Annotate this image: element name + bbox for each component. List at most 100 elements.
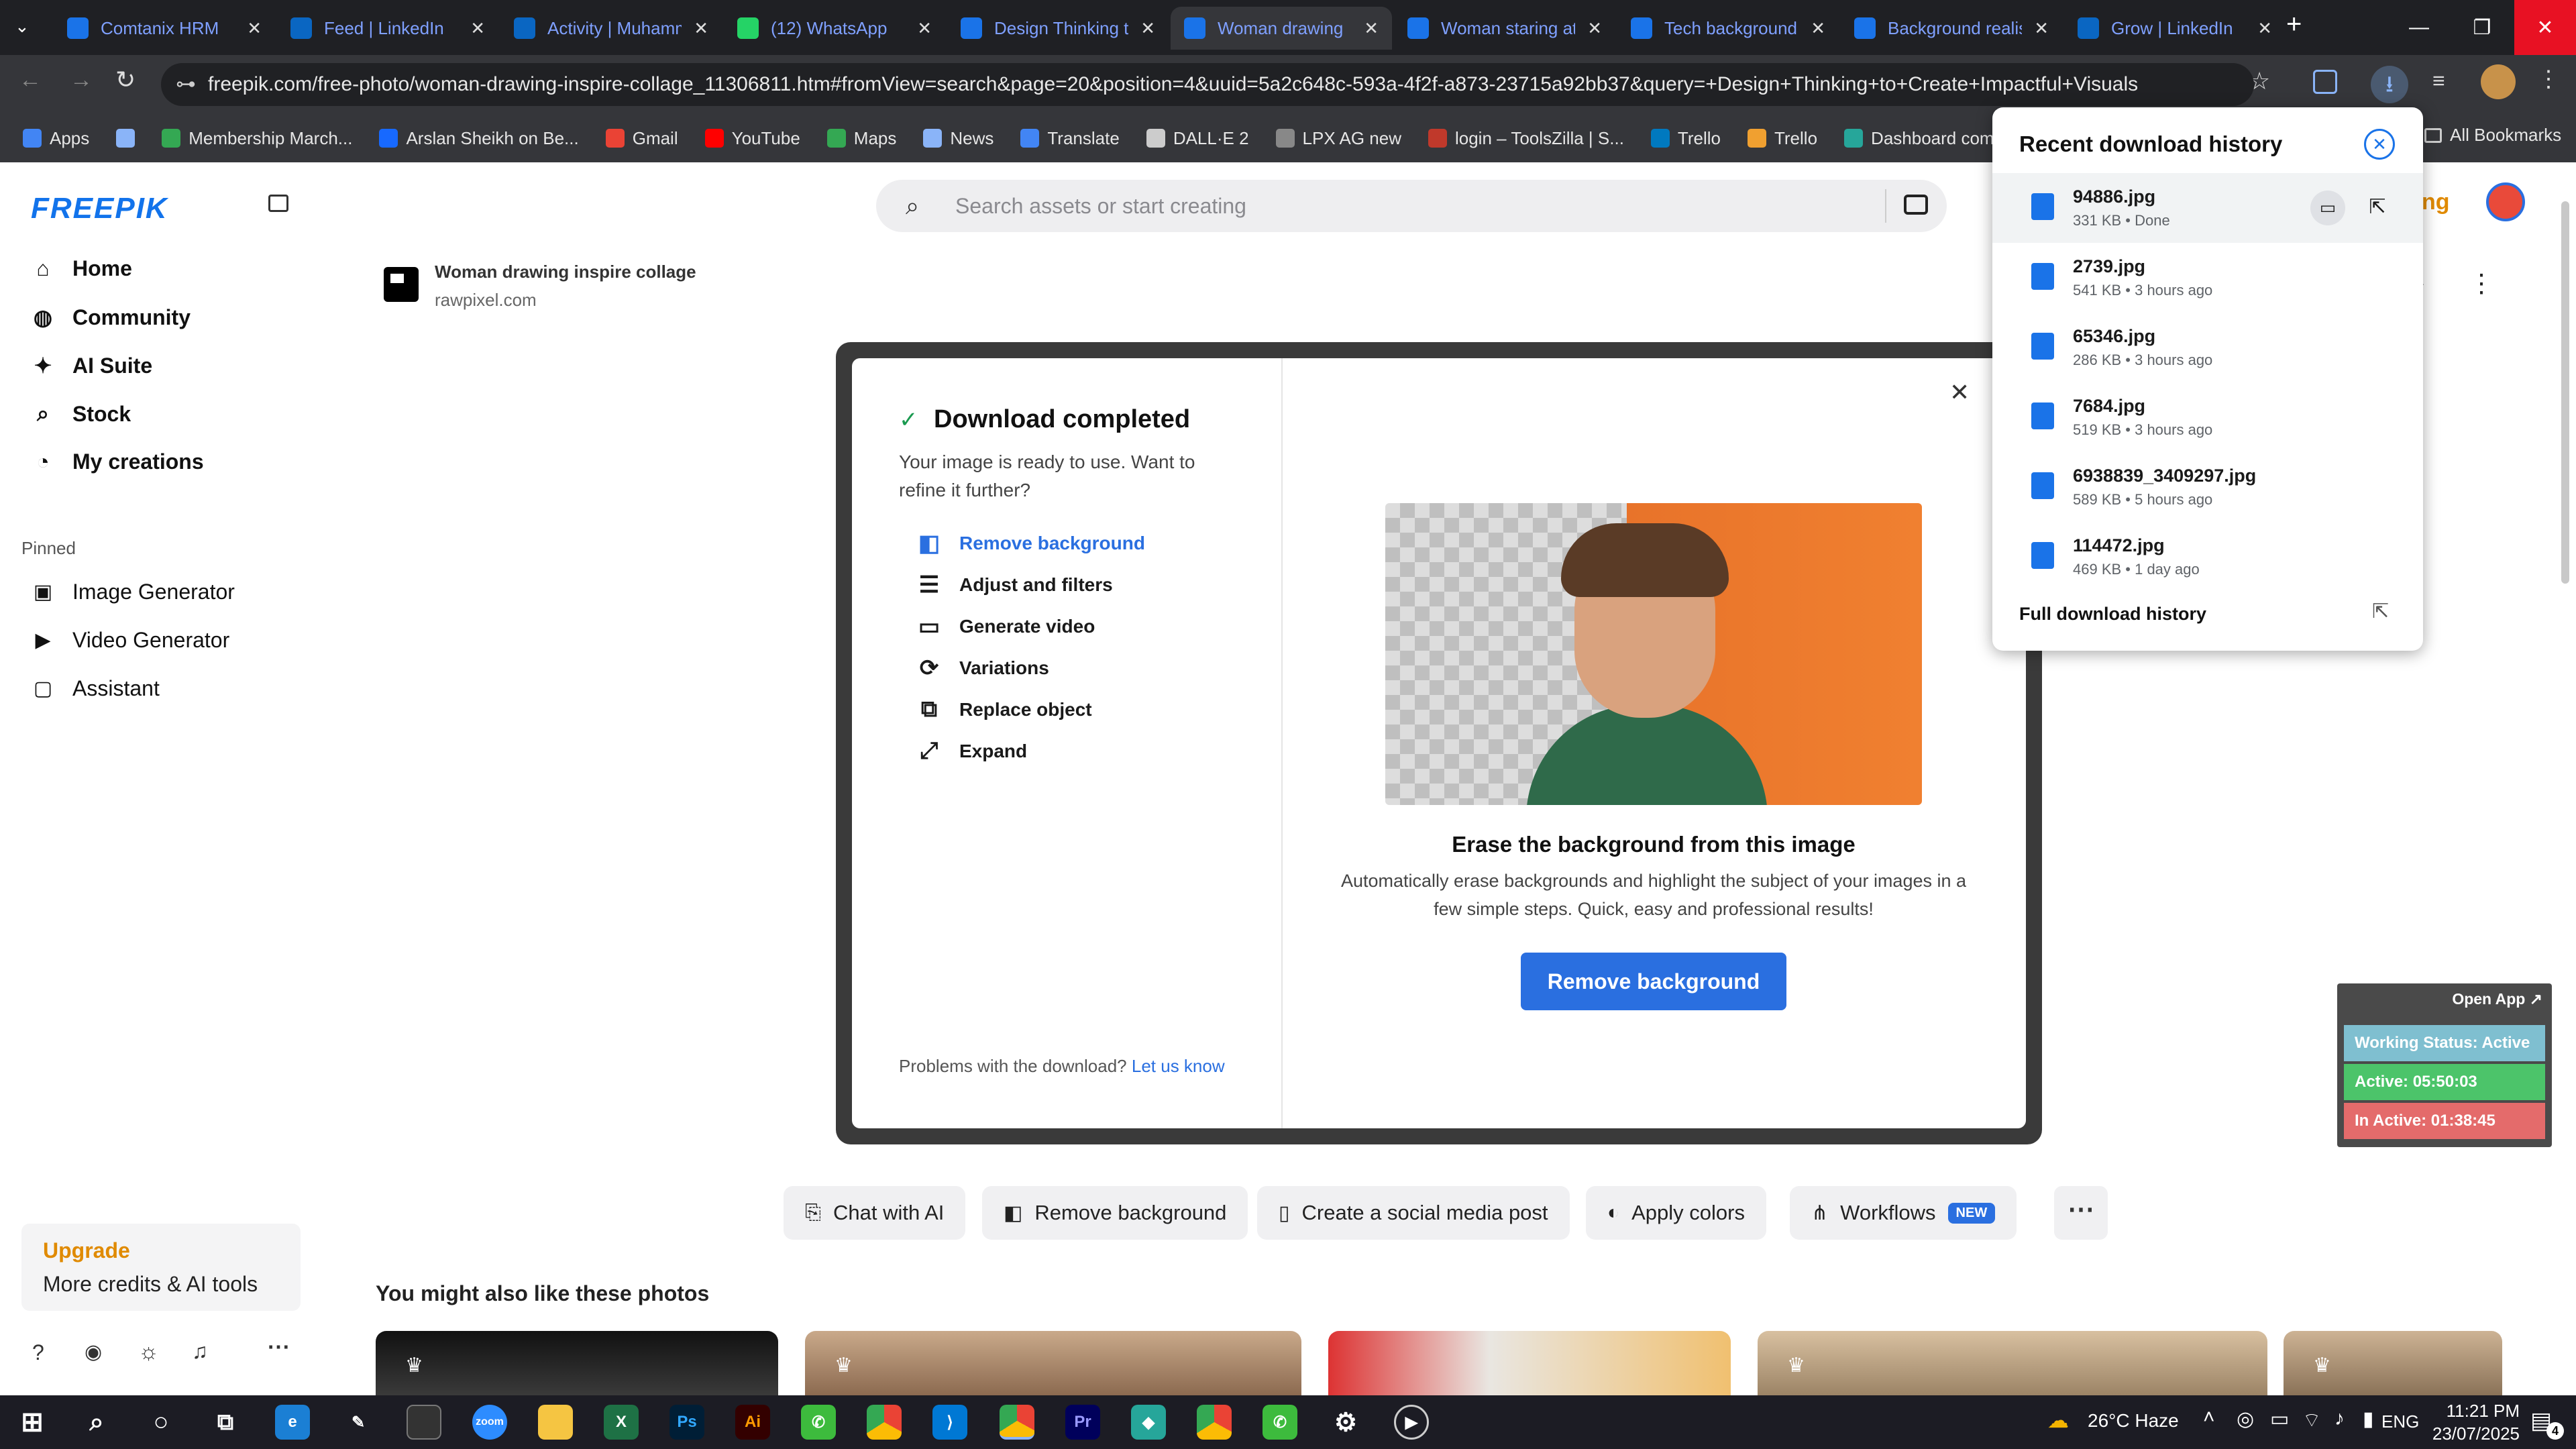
action-workflows[interactable]: ⋔ Workflows NEW <box>1790 1186 2017 1240</box>
media-icon[interactable]: ≡ <box>2432 68 2445 93</box>
zoom-icon[interactable]: zoom <box>472 1405 507 1440</box>
forward-icon[interactable]: → <box>70 67 93 93</box>
bookmark-item[interactable]: YouTube <box>704 128 800 149</box>
bookmark-item[interactable]: Membership March... <box>162 128 352 149</box>
sidebar-item-my-creations[interactable]: ◔ My creations <box>32 449 203 474</box>
close-window-button[interactable]: ✕ <box>2514 0 2576 55</box>
chrome-active-icon[interactable] <box>1000 1405 1034 1440</box>
open-external-icon[interactable]: ⇱ <box>2372 600 2389 623</box>
full-download-history-link[interactable]: Full download history <box>2019 604 2206 625</box>
action-remove-background[interactable]: ◧ Remove background <box>982 1186 1248 1240</box>
sidebar-item-stock[interactable]: ⌕ Stock <box>32 401 131 427</box>
bell-icon[interactable]: ♫ <box>192 1339 208 1364</box>
bookmark-item[interactable]: login – ToolsZilla | S... <box>1428 128 1624 149</box>
bookmark-item[interactable]: Apps <box>23 128 89 149</box>
edge-icon[interactable]: e <box>275 1405 310 1440</box>
photo-thumb[interactable] <box>1328 1331 1731 1395</box>
photo-thumb[interactable]: ♛ <box>805 1331 1301 1395</box>
search-input[interactable]: ⌕ Search assets or start creating <box>876 180 1947 232</box>
close-tab-icon[interactable]: ✕ <box>470 18 485 39</box>
chrome-icon[interactable] <box>867 1405 902 1440</box>
close-panel-icon[interactable]: ✕ <box>2364 129 2395 160</box>
more-icon[interactable]: ⋯ <box>267 1334 290 1360</box>
weather-text[interactable]: 26°C Haze <box>2088 1410 2179 1432</box>
restore-button[interactable]: ❐ <box>2451 0 2513 55</box>
author-avatar[interactable] <box>384 267 419 302</box>
close-tab-icon[interactable]: ✕ <box>247 18 262 39</box>
close-tab-icon[interactable]: ✕ <box>2257 18 2272 39</box>
close-tab-icon[interactable]: ✕ <box>1811 18 1825 39</box>
photo-thumb[interactable]: ♛ <box>1758 1331 2267 1395</box>
app-icon[interactable]: ◆ <box>1131 1405 1166 1440</box>
more-options-icon[interactable]: ⋮ <box>2469 268 2494 299</box>
chrome-profile-icon[interactable] <box>1197 1405 1232 1440</box>
action-apply-colors[interactable]: ◐ Apply colors <box>1586 1186 1766 1240</box>
bookmark-item[interactable]: Trello <box>1650 128 1721 149</box>
download-item[interactable]: 6938839_3409297.jpg 589 KB • 5 hours ago <box>1992 452 2423 522</box>
media-player-icon[interactable]: ▶ <box>1394 1405 1429 1440</box>
extensions-icon[interactable] <box>2313 70 2337 94</box>
upgrade-card[interactable]: Upgrade More credits & AI tools <box>21 1224 301 1311</box>
start-icon[interactable]: ⊞ <box>15 1405 50 1440</box>
close-tab-icon[interactable]: ✕ <box>917 18 932 39</box>
theme-icon[interactable]: ☼ <box>138 1339 159 1365</box>
camera-search-icon[interactable] <box>1904 195 1928 215</box>
tab-8[interactable]: Background realis ✕ <box>1841 7 2062 50</box>
photo-thumb[interactable]: ♛ <box>2284 1331 2502 1395</box>
option-replace-object[interactable]: ⧉ Replace object <box>916 696 1092 722</box>
bookmark-item[interactable] <box>116 129 136 148</box>
settings-icon[interactable]: ⚙ <box>1328 1405 1363 1440</box>
close-tab-icon[interactable]: ✕ <box>694 18 708 39</box>
phone-app-icon[interactable]: ✆ <box>801 1405 836 1440</box>
phone-app-icon[interactable]: ✆ <box>1263 1405 1297 1440</box>
tab-search-icon[interactable]: ⌄ <box>15 16 30 37</box>
illustrator-icon[interactable]: Ai <box>735 1405 770 1440</box>
clock-date[interactable]: 23/07/2025 <box>2426 1424 2520 1444</box>
tab-1[interactable]: Feed | LinkedIn ✕ <box>277 7 498 50</box>
excel-icon[interactable]: X <box>604 1405 639 1440</box>
reload-icon[interactable]: ↻ <box>115 66 136 94</box>
search-icon[interactable]: ⌕ <box>79 1405 114 1440</box>
menu-icon[interactable]: ⋮ <box>2537 66 2560 93</box>
tab-3[interactable]: (12) WhatsApp ✕ <box>724 7 945 50</box>
vscode-icon[interactable]: ⟩ <box>932 1405 967 1440</box>
asset-author[interactable]: rawpixel.com <box>435 290 537 311</box>
discord-icon[interactable]: ◉ <box>85 1340 102 1364</box>
bookmark-item[interactable]: Gmail <box>605 128 678 149</box>
site-info-icon[interactable]: ⊶ <box>176 72 196 96</box>
sidebar-item-video-generator[interactable]: ▶ Video Generator <box>32 628 229 653</box>
minimize-button[interactable]: — <box>2388 0 2450 55</box>
remove-background-button[interactable]: Remove background <box>1521 953 1786 1010</box>
bookmark-item[interactable]: Trello <box>1747 128 1817 149</box>
tab-7[interactable]: Tech background ✕ <box>1617 7 1839 50</box>
user-avatar[interactable] <box>2486 182 2525 221</box>
close-tab-icon[interactable]: ✕ <box>1364 18 1379 39</box>
downloads-icon[interactable]: ⭳ <box>2371 66 2408 103</box>
close-tab-icon[interactable]: ✕ <box>1587 18 1602 39</box>
freepik-logo[interactable]: FREEPIK <box>31 192 168 225</box>
help-icon[interactable]: ? <box>32 1340 44 1365</box>
sidebar-item-assistant[interactable]: ▢ Assistant <box>32 676 160 701</box>
tray-up-icon[interactable]: ˄ <box>2203 1406 2215 1429</box>
photoshop-icon[interactable]: Ps <box>669 1405 704 1440</box>
tab-9[interactable]: Grow | LinkedIn ✕ <box>2064 7 2286 50</box>
photo-thumb[interactable]: ♛ <box>376 1331 778 1395</box>
new-tab-button[interactable]: + <box>2286 9 2302 40</box>
volume-icon[interactable]: ♪ <box>2334 1407 2345 1430</box>
download-item[interactable]: 7684.jpg 519 KB • 3 hours ago <box>1992 382 2423 452</box>
option-adjust-and-filters[interactable]: ☰ Adjust and filters <box>916 572 1113 598</box>
terminal-icon[interactable] <box>407 1405 441 1440</box>
bookmark-item[interactable]: LPX AG new <box>1275 128 1401 149</box>
bookmark-item[interactable]: Translate <box>1020 128 1120 149</box>
profile-avatar[interactable] <box>2481 64 2516 99</box>
tray-network-icon[interactable]: ◎ <box>2237 1407 2254 1431</box>
all-bookmarks[interactable]: All Bookmarks <box>2424 125 2561 146</box>
close-tab-icon[interactable]: ✕ <box>1140 18 1155 39</box>
open-file-icon[interactable]: ⇱ <box>2360 191 2395 225</box>
sidebar-item-image-generator[interactable]: ▣ Image Generator <box>32 580 235 604</box>
wifi-icon[interactable]: ⌔ <box>2302 1407 2321 1433</box>
option-remove-background[interactable]: ◧ Remove background <box>916 530 1145 557</box>
let-us-know-link[interactable]: Let us know <box>1132 1056 1225 1076</box>
more-actions-button[interactable]: ⋯ <box>2054 1186 2108 1240</box>
bookmark-item[interactable]: DALL·E 2 <box>1146 128 1249 149</box>
